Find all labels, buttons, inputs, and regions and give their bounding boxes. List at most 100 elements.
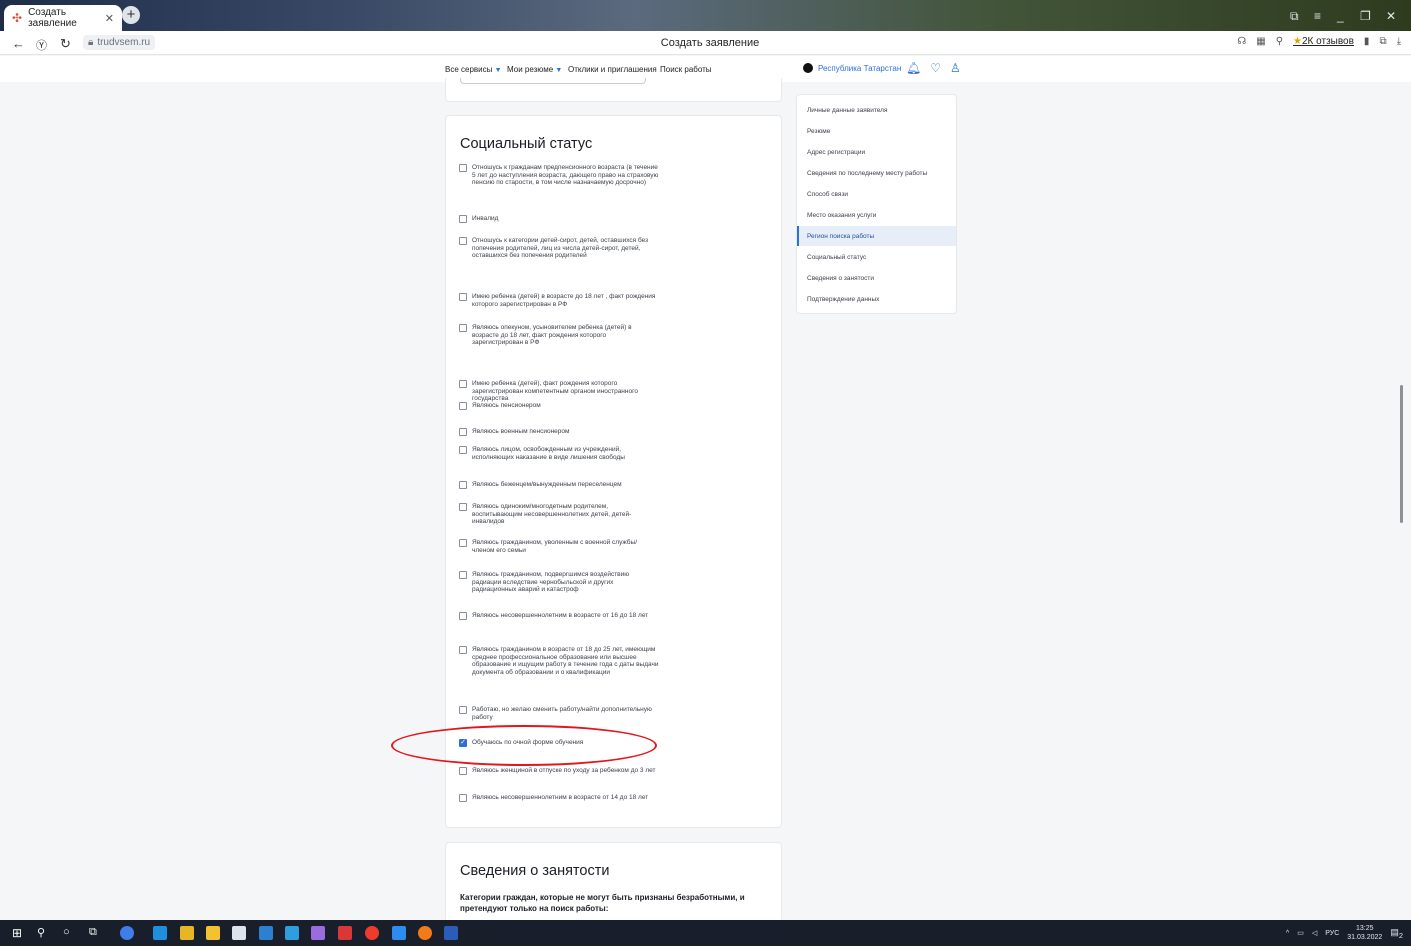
side-nav-item[interactable]: Резюме — [797, 121, 956, 141]
social-status-option[interactable]: Являюсь пенсионером — [459, 402, 659, 410]
checkbox[interactable] — [459, 706, 467, 714]
clock[interactable]: 13:25 31.03.2022 — [1347, 924, 1382, 942]
checkbox[interactable] — [459, 237, 467, 245]
bookmark-icon[interactable]: ▮ — [1364, 36, 1370, 47]
user-icon[interactable]: ♙ — [950, 61, 961, 75]
clock-time: 13:25 — [1356, 925, 1374, 932]
checkbox[interactable] — [459, 380, 467, 388]
word-icon[interactable] — [444, 926, 458, 940]
social-status-option[interactable]: Являюсь опекуном, усыновителем ребенка (… — [459, 324, 659, 347]
side-nav-item[interactable]: Сведения по последнему месту работы — [797, 163, 956, 183]
social-status-option[interactable]: Имею ребенка (детей), факт рождения кото… — [459, 380, 659, 403]
side-nav-item[interactable]: Сведения о занятости — [797, 268, 956, 288]
search-icon[interactable]: ⚲ — [37, 926, 51, 940]
reload-icon[interactable]: ↻ — [60, 36, 71, 52]
edge-icon[interactable] — [153, 926, 167, 940]
social-status-option[interactable]: Являюсь беженцем/вынужденным переселенце… — [459, 481, 659, 489]
side-nav-item[interactable]: Личные данные заявителя — [797, 100, 956, 120]
side-nav-item[interactable]: Социальный статус — [797, 247, 956, 267]
region-selector[interactable]: Республика Татарстан — [803, 63, 901, 73]
checkbox[interactable] — [459, 503, 467, 511]
app-icon[interactable] — [120, 926, 134, 940]
restore-icon[interactable]: ❐ — [1360, 9, 1371, 23]
heart-icon[interactable]: ♡ — [930, 61, 941, 75]
collections-icon[interactable]: ⧉ — [1290, 9, 1299, 24]
app-icon[interactable] — [285, 926, 299, 940]
minimize-icon[interactable]: _ — [1337, 9, 1344, 23]
task-view-icon[interactable]: ⧉ — [89, 926, 103, 940]
ie-icon[interactable] — [392, 926, 406, 940]
checkbox[interactable] — [459, 215, 467, 223]
side-nav-item[interactable]: Подтверждение данных — [797, 289, 956, 309]
checkbox[interactable] — [459, 402, 467, 410]
side-nav-item[interactable]: Адрес регистрации — [797, 142, 956, 162]
reader-icon[interactable]: ▦ — [1256, 36, 1265, 47]
back-icon[interactable]: ← — [12, 36, 25, 51]
browser-tab[interactable]: ✣ Создать заявление ✕ — [4, 5, 122, 31]
nav-responses[interactable]: Отклики и приглашения — [568, 65, 657, 74]
scrollbar-thumb[interactable] — [1400, 385, 1403, 523]
store-icon[interactable] — [206, 926, 220, 940]
firefox-icon[interactable] — [418, 926, 432, 940]
checkbox[interactable] — [459, 767, 467, 775]
new-tab-button[interactable]: + — [122, 6, 140, 24]
previous-input-field[interactable] — [460, 78, 646, 84]
notification-icon[interactable]: ▤2 — [1390, 927, 1403, 940]
yandex-icon[interactable] — [365, 926, 379, 940]
explorer-icon[interactable] — [180, 926, 194, 940]
extensions-icon[interactable]: ⧉ — [1379, 36, 1386, 47]
side-nav-item[interactable]: Регион поиска работы — [797, 226, 956, 246]
windows-start-icon[interactable]: ⊞ — [12, 926, 26, 940]
social-status-option[interactable]: Являюсь женщиной в отпуске по уходу за р… — [459, 767, 659, 775]
headphones-icon[interactable]: ☊ — [1237, 36, 1246, 47]
language-indicator[interactable]: РУС — [1325, 930, 1339, 937]
option-label: Являюсь несовершеннолетним в возрасте от… — [472, 612, 649, 619]
checkbox[interactable] — [459, 324, 467, 332]
social-status-option[interactable]: Отношусь к гражданам предпенсионного воз… — [459, 164, 659, 187]
social-status-option[interactable]: Являюсь гражданином в возрасте от 18 до … — [459, 646, 659, 677]
app-icon[interactable] — [311, 926, 325, 940]
social-status-option[interactable]: Являюсь гражданином, подвергшимся воздей… — [459, 571, 659, 594]
social-status-option[interactable]: Являюсь несовершеннолетним в возрасте от… — [459, 794, 659, 802]
checkbox[interactable] — [459, 428, 467, 436]
side-nav-item[interactable]: Место оказания услуги — [797, 205, 956, 225]
checkbox[interactable] — [459, 571, 467, 579]
checkbox[interactable] — [459, 646, 467, 654]
chevron-up-icon[interactable]: ^ — [1286, 930, 1289, 937]
mail-icon[interactable] — [232, 926, 246, 940]
social-status-option[interactable]: Являюсь одиноким/многодетным родителем, … — [459, 503, 659, 526]
url-field[interactable]: 🔒︎ trudvsem.ru — [83, 35, 156, 50]
checkbox[interactable] — [459, 539, 467, 547]
cortana-icon[interactable]: ○ — [63, 926, 77, 940]
social-status-option[interactable]: Являюсь несовершеннолетним в возрасте от… — [459, 612, 659, 620]
reviews-link[interactable]: ★2К отзывов — [1293, 36, 1354, 47]
social-status-option[interactable]: Являюсь военным пенсионером — [459, 428, 659, 436]
checkbox[interactable] — [459, 164, 467, 172]
checkbox[interactable] — [459, 293, 467, 301]
social-status-option[interactable]: Являюсь лицом, освобожденным из учрежден… — [459, 446, 659, 461]
nav-all-services[interactable]: Все сервисы ▼ — [445, 65, 502, 74]
menu-icon[interactable]: ≡ — [1314, 9, 1321, 23]
bell-icon[interactable]: 🔔︎ — [906, 61, 921, 75]
yandex-browser-icon[interactable] — [338, 926, 352, 940]
checkbox[interactable] — [459, 612, 467, 620]
checkbox[interactable] — [459, 446, 467, 454]
network-icon[interactable]: ▭ — [1297, 929, 1304, 937]
close-window-icon[interactable]: ✕ — [1386, 9, 1396, 23]
search-icon[interactable]: ⚲ — [1276, 36, 1283, 47]
social-status-option[interactable]: Имею ребенка (детей) в возрасте до 18 ле… — [459, 293, 659, 308]
social-status-option[interactable]: Отношусь к категории детей-сирот, детей,… — [459, 237, 659, 260]
close-tab-icon[interactable]: ✕ — [105, 12, 114, 25]
social-status-option[interactable]: Являюсь гражданином, уволенным с военной… — [459, 539, 659, 554]
volume-icon[interactable]: ◁ — [1312, 929, 1317, 937]
outlook-icon[interactable] — [259, 926, 273, 940]
yandex-icon[interactable]: Ⓨ — [36, 37, 47, 53]
checkbox[interactable] — [459, 481, 467, 489]
side-nav-item[interactable]: Способ связи — [797, 184, 956, 204]
nav-job-search[interactable]: Поиск работы — [660, 65, 712, 74]
social-status-option[interactable]: Работаю, но желаю сменить работу/найти д… — [459, 706, 659, 721]
checkbox[interactable] — [459, 794, 467, 802]
download-icon[interactable]: ⤓ — [1397, 36, 1401, 47]
social-status-option[interactable]: Инвалид — [459, 215, 659, 223]
nav-my-resumes[interactable]: Мои резюме ▼ — [507, 65, 562, 74]
